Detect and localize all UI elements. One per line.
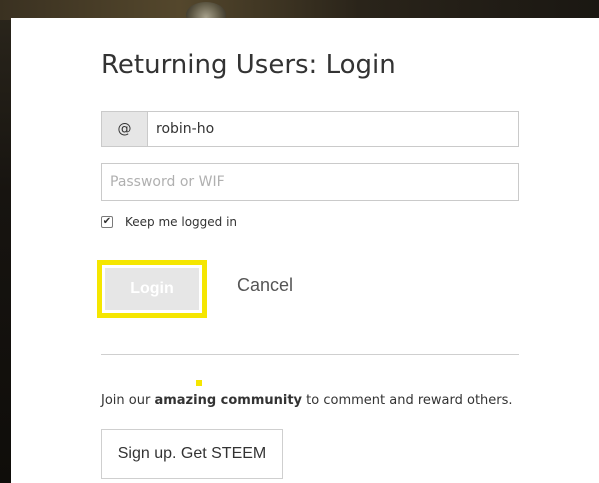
username-field-group: @ xyxy=(101,111,519,147)
signup-button[interactable]: Sign up. Get STEEM xyxy=(101,429,283,479)
modal-title: Returning Users: Login xyxy=(101,50,396,80)
join-suffix: to comment and reward others. xyxy=(302,393,513,408)
keep-logged-in-label[interactable]: Keep me logged in xyxy=(125,215,237,229)
at-sign-prefix: @ xyxy=(102,112,148,146)
keep-logged-in-row: ✔ Keep me logged in xyxy=(101,212,237,232)
username-input[interactable] xyxy=(148,112,518,146)
login-button[interactable]: Login xyxy=(97,260,207,318)
cancel-button[interactable]: Cancel xyxy=(237,275,293,296)
keep-logged-in-checkbox[interactable]: ✔ xyxy=(101,216,113,228)
divider xyxy=(101,354,519,355)
join-prefix: Join our xyxy=(101,393,155,408)
backdrop-header-strip xyxy=(0,0,599,20)
join-community-text: Join our amazing community to comment an… xyxy=(101,393,513,408)
highlight-marker xyxy=(196,380,202,386)
checkmark-icon: ✔ xyxy=(102,216,112,227)
login-button-label: Login xyxy=(105,268,199,310)
password-input[interactable] xyxy=(101,163,519,201)
join-emphasis: amazing community xyxy=(154,393,303,408)
login-modal: Returning Users: Login @ ✔ Keep me logge… xyxy=(11,18,599,483)
